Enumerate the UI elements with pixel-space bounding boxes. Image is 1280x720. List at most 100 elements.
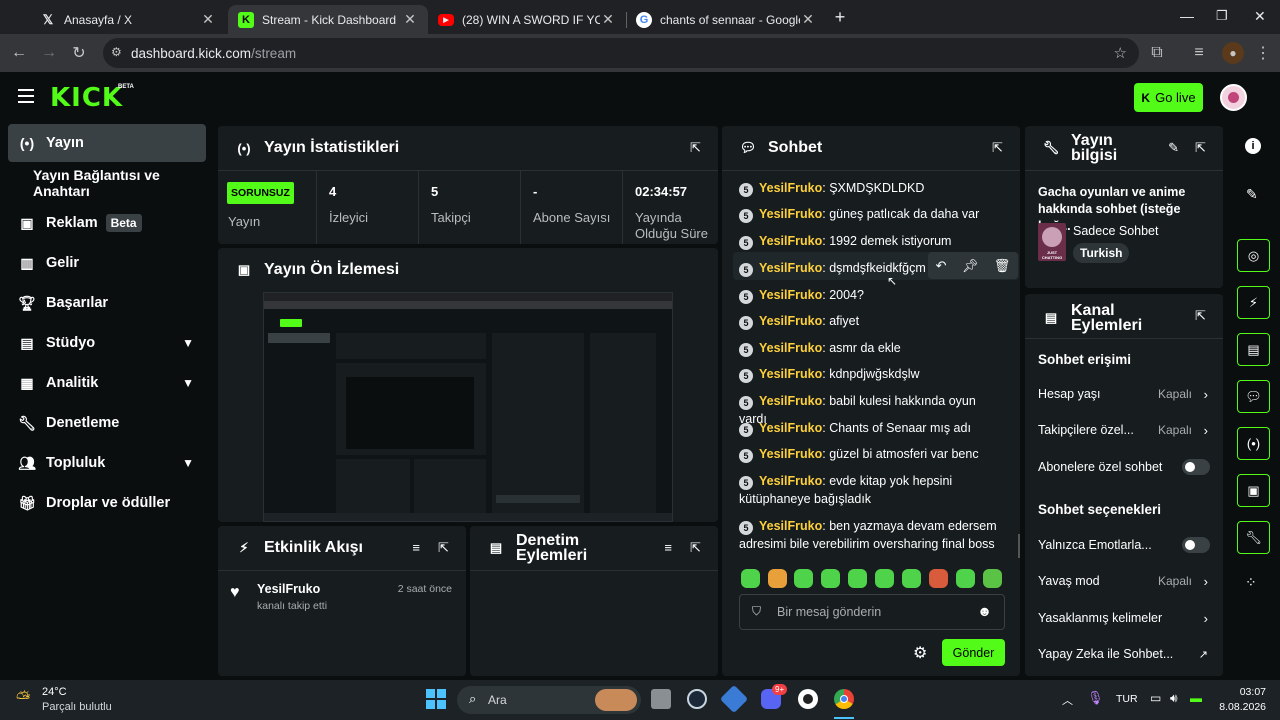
sidebar-item-gelir[interactable]: ▥ Gelir — [8, 244, 206, 282]
steam-icon[interactable] — [687, 689, 707, 709]
pin-icon[interactable]: 📌︎ — [962, 258, 979, 274]
emote-icon[interactable] — [794, 569, 813, 588]
hamburger-menu-icon[interactable] — [18, 89, 34, 103]
new-tab-icon[interactable]: + — [832, 7, 848, 27]
site-info-icon[interactable]: ⚙ — [111, 45, 122, 59]
weather-desc[interactable]: Parçalı bulutlu — [42, 701, 112, 713]
ai-chat-row[interactable]: Yapay Zeka ile Sohbet... ↗ — [1038, 645, 1210, 663]
send-button[interactable]: Gönder — [942, 639, 1005, 666]
weather-icon[interactable]: ⛅︎ — [16, 688, 30, 709]
chat-input[interactable]: ⛉ Bir mesaj gönderin ☻ — [739, 594, 1005, 630]
obs-icon[interactable] — [798, 689, 818, 709]
chrome-icon[interactable] — [834, 689, 854, 709]
emote-icon[interactable] — [983, 569, 1002, 588]
address-bar[interactable]: ⚙ dashboard.kick.com/stream ☆ — [103, 38, 1139, 68]
close-window-icon[interactable]: ✕ — [1254, 8, 1266, 25]
volume-icon[interactable]: 🔊︎ — [1170, 691, 1178, 706]
back-icon[interactable]: ← — [8, 42, 30, 64]
emote-icon[interactable] — [956, 569, 975, 588]
expand-icon[interactable]: ⇱ — [438, 540, 452, 555]
restore-icon[interactable]: ❐ — [1216, 8, 1228, 24]
sidebar-item-stream-key[interactable]: Yayın Bağlantısı ve Anahtarı — [8, 164, 206, 202]
task-view-icon[interactable] — [651, 689, 671, 709]
chat-message[interactable]: 5 YesilFruko: 1992 demek istiyorum — [739, 232, 1001, 250]
stream-preview-video[interactable] — [263, 292, 673, 522]
chat-message[interactable]: 5 YesilFruko: güneş patlıcak da daha var — [739, 205, 1001, 223]
category-name[interactable]: Sadece Sohbet — [1073, 224, 1159, 238]
document-icon[interactable]: ▤ — [1237, 333, 1270, 366]
chat-message[interactable]: 5 YesilFruko: ŞXMDŞKDLDKD — [739, 179, 1001, 197]
microphone-icon[interactable]: 🎙︎ — [1087, 690, 1104, 706]
close-tab-icon[interactable]: ✕ — [402, 11, 418, 28]
broadcast-icon[interactable]: (•) — [1237, 427, 1270, 460]
tab-google[interactable]: G chants of sennaar - Google'da A ✕ — [626, 5, 826, 34]
app-icon[interactable] — [719, 684, 749, 714]
banned-words-row[interactable]: Yasaklanmış kelimeler › — [1038, 609, 1210, 627]
chat-message[interactable]: 5 YesilFruko: 2004? — [739, 286, 1001, 304]
reading-list-icon[interactable]: ≡ — [1188, 42, 1210, 64]
expand-icon[interactable]: ⇱ — [992, 140, 1006, 155]
chat-message[interactable]: 5 YesilFruko: kdnpdjwğskdşlw — [739, 365, 1001, 383]
chat-scrollbar[interactable] — [1018, 534, 1020, 558]
sidebar-item-yayin[interactable]: (•) Yayın — [8, 124, 206, 162]
edit-pencil-icon[interactable]: ✎ — [1168, 140, 1179, 156]
chat-bubble-icon[interactable]: 💬︎ — [1237, 380, 1270, 413]
emote-icon[interactable] — [929, 569, 948, 588]
go-live-button[interactable]: K Go live — [1134, 83, 1203, 112]
profile-avatar[interactable]: ● — [1222, 42, 1244, 64]
emote-icon[interactable] — [741, 569, 760, 588]
emote-only-toggle[interactable] — [1182, 537, 1210, 553]
event-user[interactable]: YesilFruko — [257, 582, 320, 596]
extensions-icon[interactable]: ⧉ — [1146, 42, 1168, 64]
camera-icon[interactable]: ◎ — [1237, 239, 1270, 272]
battery-icon[interactable]: ▬ — [1190, 691, 1202, 705]
clock-time[interactable]: 03:07 — [1236, 686, 1266, 698]
expand-icon[interactable]: ⇱ — [690, 140, 704, 155]
sidebar-item-denetleme[interactable]: 🔧︎ Denetleme — [8, 404, 206, 442]
tab-youtube[interactable]: ▶ (28) WIN A SWORD IF YOU CAN ✕ — [428, 5, 626, 34]
reload-icon[interactable]: ↻ — [68, 42, 90, 64]
settings-gear-icon[interactable]: ⚙ — [913, 643, 927, 663]
lightning-icon[interactable]: ⚡︎ — [1237, 286, 1270, 319]
sidebar-item-analitik[interactable]: ▦ Analitik ▼ — [8, 364, 206, 402]
chat-message[interactable]: 5 YesilFruko: asmr da ekle — [739, 339, 1001, 357]
account-age-row[interactable]: Hesap yaşı Kapalı › — [1038, 385, 1210, 403]
filter-icon[interactable]: ≡ — [664, 540, 672, 555]
chat-message[interactable]: 5 YesilFruko: evde kitap yok hepsini kütü… — [739, 472, 1001, 508]
info-icon[interactable]: i — [1245, 138, 1261, 154]
edit-pencil-icon[interactable]: ✎ — [1246, 186, 1258, 203]
sidebar-item-topluluk[interactable]: 👥︎ Topluluk ▼ — [8, 444, 206, 482]
expand-icon[interactable]: ⇱ — [1195, 140, 1209, 155]
chevron-up-icon[interactable]: ︿ — [1062, 692, 1073, 708]
sidebar-item-studyo[interactable]: ▤ Stüdyo ▼ — [8, 324, 206, 362]
slow-mode-row[interactable]: Yavaş mod Kapalı › — [1038, 572, 1210, 590]
chat-message[interactable]: 5 YesilFruko: Chants of Senaar mış adı — [739, 419, 1001, 437]
tab-kick-dashboard[interactable]: K Stream - Kick Dashboard ✕ — [228, 5, 428, 34]
emote-icon[interactable] — [902, 569, 921, 588]
tab-x[interactable]: 𝕏 Anasayfa / X ✕ — [30, 5, 226, 34]
close-tab-icon[interactable]: ✕ — [200, 11, 216, 28]
sidebar-item-basarilar[interactable]: 🏆︎ Başarılar — [8, 284, 206, 322]
channel-icon[interactable]: ▣ — [1237, 474, 1270, 507]
network-icon[interactable]: ▭ — [1150, 691, 1161, 705]
emote-icon[interactable] — [848, 569, 867, 588]
expand-icon[interactable]: ⇱ — [690, 540, 704, 555]
wrench-icon[interactable]: 🔧︎ — [1237, 521, 1270, 554]
windows-start-icon[interactable] — [426, 689, 446, 709]
chat-message[interactable]: 5 YesilFruko: güzel bi atmosferi var benc — [739, 445, 1001, 463]
language-indicator[interactable]: TUR — [1116, 693, 1138, 705]
filter-icon[interactable]: ≡ — [412, 540, 420, 555]
sidebar-item-droplar[interactable]: 🎁︎ Droplar ve ödüller — [8, 484, 206, 522]
menu-icon[interactable]: ⋮ — [1252, 42, 1274, 64]
category-thumbnail[interactable]: JUST CHATTING — [1038, 223, 1066, 261]
emote-icon[interactable] — [821, 569, 840, 588]
user-avatar[interactable] — [1220, 84, 1247, 111]
taskbar-search[interactable]: ⌕ Ara — [457, 686, 641, 714]
subscribers-only-toggle[interactable] — [1182, 459, 1210, 475]
minimize-icon[interactable]: — — [1180, 8, 1194, 24]
language-tag[interactable]: Turkish — [1073, 243, 1130, 263]
expand-icon[interactable]: ⇱ — [1195, 308, 1209, 323]
trash-icon[interactable]: 🗑︎ — [994, 258, 1011, 274]
reply-icon[interactable]: ↶ — [936, 258, 947, 274]
sidebar-item-reklam[interactable]: ▣ Reklam Beta — [8, 204, 206, 242]
